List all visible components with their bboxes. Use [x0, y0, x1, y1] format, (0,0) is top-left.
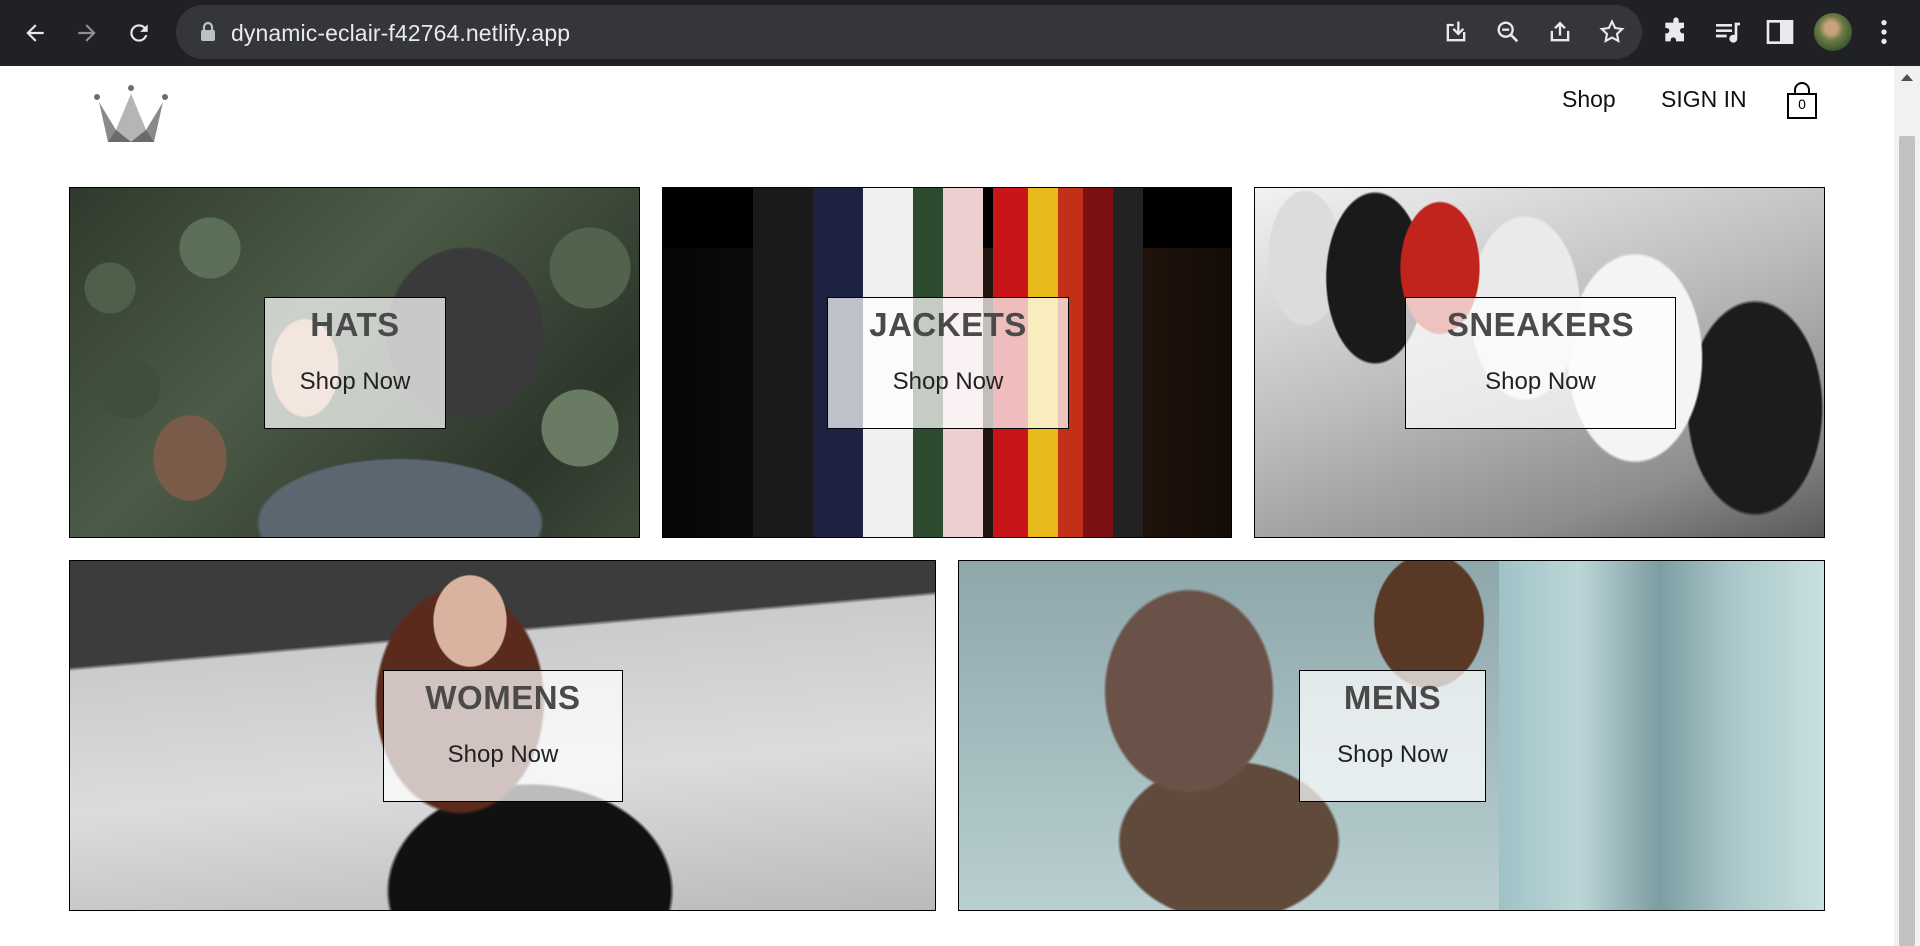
vertical-scrollbar[interactable] — [1894, 66, 1920, 946]
category-label-box[interactable]: WOMENS Shop Now — [383, 670, 623, 802]
menu-kebab-icon[interactable] — [1868, 16, 1900, 48]
category-tile-jackets[interactable]: JACKETS Shop Now — [662, 187, 1232, 538]
category-title: MENS — [1343, 679, 1442, 716]
media-queue-icon[interactable] — [1712, 16, 1744, 48]
arrow-right-icon — [78, 24, 96, 42]
shop-now-link[interactable]: Shop Now — [300, 368, 411, 396]
zoom-icon[interactable] — [1494, 18, 1522, 46]
category-label-box[interactable]: SNEAKERS Shop Now — [1405, 297, 1676, 429]
category-label-box[interactable]: HATS Shop Now — [264, 297, 446, 429]
scrollbar-thumb[interactable] — [1899, 136, 1915, 946]
shop-now-link[interactable]: Shop Now — [1337, 741, 1448, 769]
bookmark-star-icon[interactable] — [1598, 18, 1626, 46]
crown-logo-icon[interactable] — [94, 84, 168, 152]
forward-button[interactable] — [65, 11, 109, 55]
install-app-icon[interactable] — [1442, 18, 1470, 46]
category-tile-sneakers[interactable]: SNEAKERS Shop Now — [1254, 187, 1825, 538]
cart-button[interactable]: 0 — [1785, 82, 1819, 120]
category-title: SNEAKERS — [1446, 306, 1635, 343]
back-button[interactable] — [13, 11, 57, 55]
category-tile-mens[interactable]: MENS Shop Now — [958, 560, 1825, 911]
scroll-up-arrow-icon[interactable] — [1901, 74, 1913, 81]
nav-signin-link[interactable]: SIGN IN — [1661, 86, 1747, 113]
extensions-icon[interactable] — [1660, 16, 1692, 48]
reload-icon — [130, 24, 148, 42]
address-bar[interactable]: dynamic-eclair-f42764.netlify.app — [176, 5, 1642, 59]
category-title: HATS — [310, 306, 400, 343]
category-title: WOMENS — [425, 679, 581, 716]
category-tile-womens[interactable]: WOMENS Shop Now — [69, 560, 936, 911]
reload-button[interactable] — [117, 11, 161, 55]
page-content: Shop SIGN IN 0 HATS Shop Now JACKETS Sho… — [0, 66, 1920, 946]
category-label-box[interactable]: JACKETS Shop Now — [827, 297, 1069, 429]
shop-now-link[interactable]: Shop Now — [893, 368, 1004, 396]
category-tile-hats[interactable]: HATS Shop Now — [69, 187, 640, 538]
shop-now-link[interactable]: Shop Now — [1485, 368, 1596, 396]
profile-avatar[interactable] — [1814, 13, 1852, 51]
url-text: dynamic-eclair-f42764.netlify.app — [231, 20, 571, 46]
arrow-left-icon — [26, 24, 44, 42]
side-panel-icon[interactable] — [1764, 16, 1796, 48]
cart-count: 0 — [1798, 96, 1806, 112]
share-icon[interactable] — [1546, 18, 1574, 46]
browser-toolbar: dynamic-eclair-f42764.netlify.app — [0, 0, 1920, 66]
category-title: JACKETS — [869, 306, 1027, 343]
category-label-box[interactable]: MENS Shop Now — [1299, 670, 1486, 802]
nav-shop-link[interactable]: Shop — [1562, 86, 1616, 113]
lock-icon — [201, 21, 215, 41]
shop-now-link[interactable]: Shop Now — [448, 741, 559, 769]
